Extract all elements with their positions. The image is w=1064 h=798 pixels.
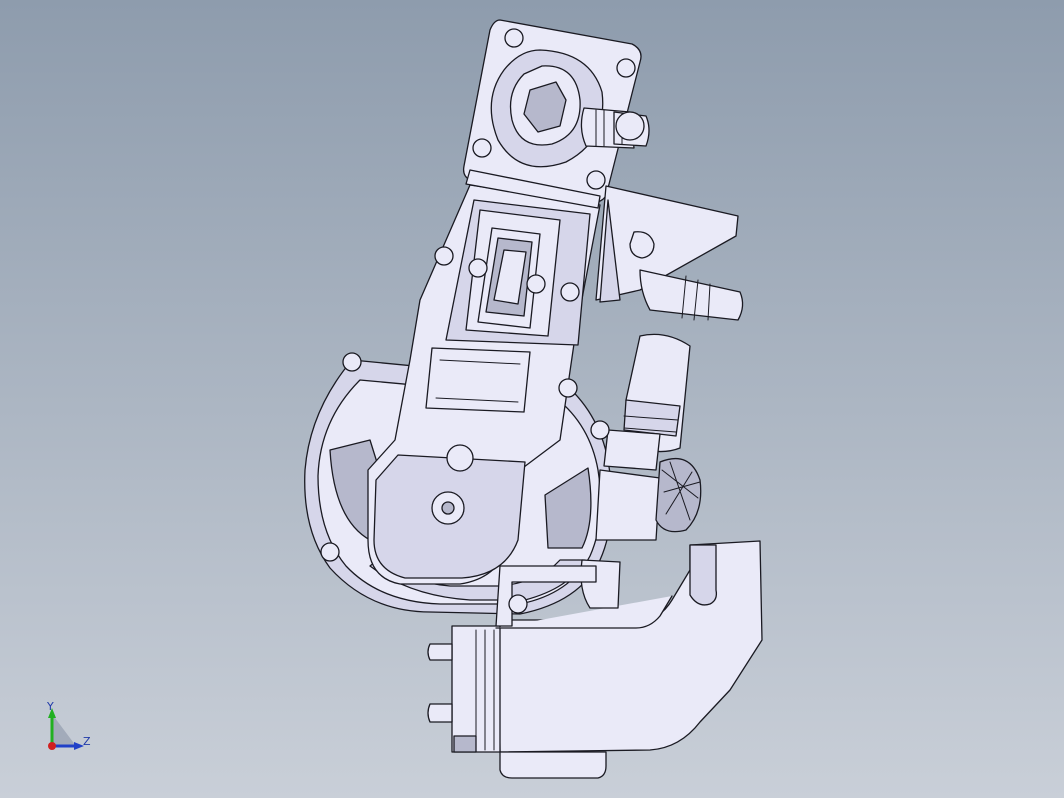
graphics-viewport[interactable]: Y Z <box>0 0 1064 798</box>
z-axis-label: Z <box>83 735 91 748</box>
cad-model-view[interactable] <box>0 0 1064 798</box>
y-axis-label: Y <box>47 700 54 713</box>
coordinate-triad-icon: Y Z <box>40 700 100 756</box>
